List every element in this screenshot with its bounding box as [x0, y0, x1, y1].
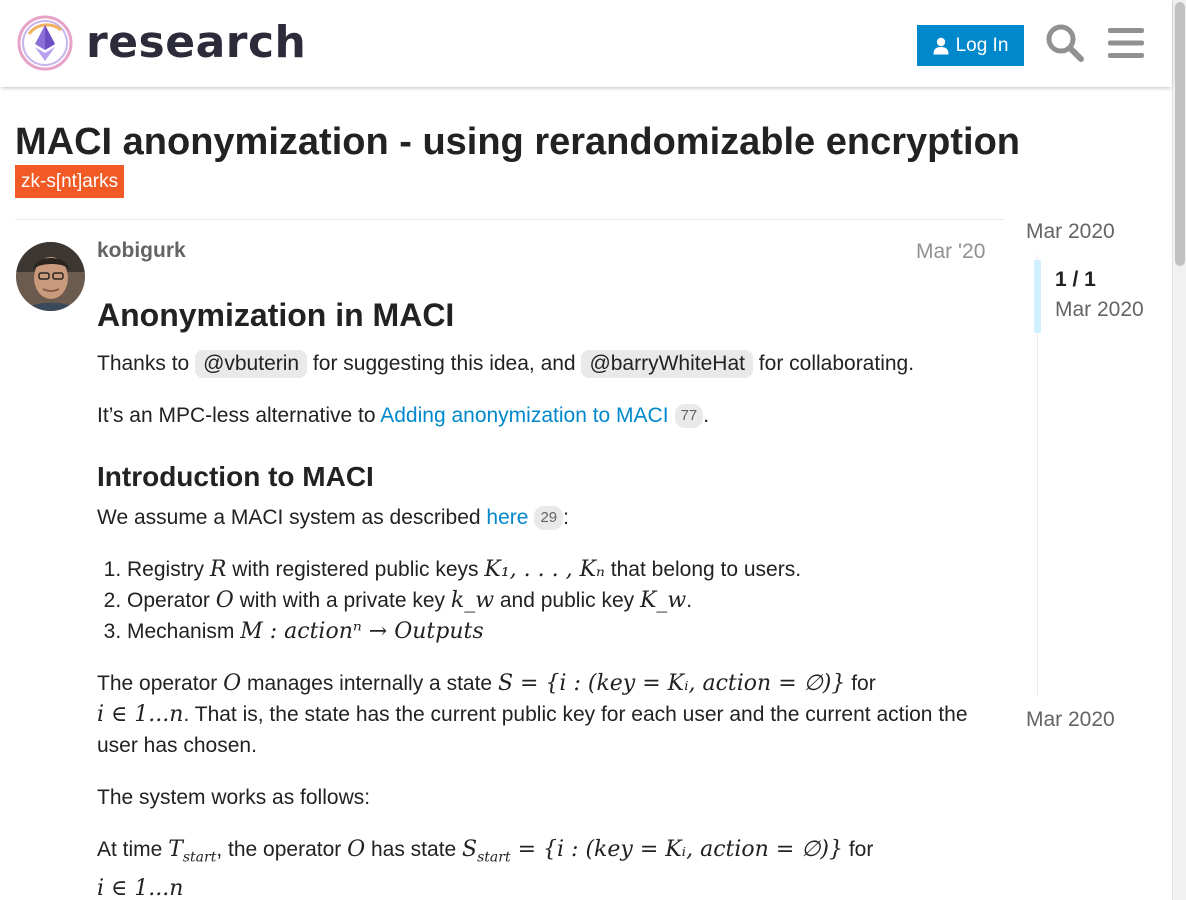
text: It’s an MPC-less alternative to	[97, 404, 381, 427]
math-subscript: start	[182, 849, 217, 866]
text: manages internally a state	[241, 672, 498, 695]
math-formula: = {i : (key = Kᵢ, action = ∅)}	[510, 837, 843, 862]
log-in-label: Log In	[955, 34, 1009, 56]
list-item: Operator O with with a private key k_w a…	[127, 585, 997, 616]
link-click-count: 77	[674, 404, 704, 428]
state-paragraph: The operator O manages internally a stat…	[97, 668, 997, 761]
post-username[interactable]: kobigurk	[97, 239, 186, 263]
mention-barrywhitehat[interactable]: @barryWhiteHat	[581, 350, 753, 378]
text: with registered public keys	[226, 558, 485, 581]
text: .	[703, 404, 710, 427]
text: for	[845, 672, 876, 695]
post-heading: Anonymization in MACI	[97, 297, 455, 333]
timeline-end-date[interactable]: Mar 2020	[1026, 708, 1115, 732]
math-inline: K₁, . . . , Kₙ	[484, 557, 605, 582]
math-inline: i ∈ 1...n	[97, 876, 184, 900]
search-icon[interactable]	[1044, 22, 1086, 64]
list-item: Registry R with registered public keys K…	[127, 554, 997, 585]
text: Mechanism	[127, 620, 241, 643]
topic-title[interactable]: MACI anonymization - using rerandomizabl…	[15, 120, 1020, 164]
timeline-start-date[interactable]: Mar 2020	[1026, 220, 1115, 244]
mention-vbuterin[interactable]: @vbuterin	[195, 350, 308, 378]
text: that belong to users.	[604, 558, 802, 581]
math-inline: S = {i : (key = Kᵢ, action = ∅)}	[497, 671, 846, 696]
text: for suggesting this idea, and	[307, 352, 582, 375]
math-symbol: S	[462, 837, 478, 862]
text: At time	[97, 838, 169, 861]
assume-paragraph: We assume a MACI system as described her…	[97, 502, 997, 533]
timeline-current-date: Mar 2020	[1055, 298, 1144, 321]
math-inline: R	[209, 557, 227, 582]
title-divider	[15, 219, 1004, 220]
site-header: research Log In	[0, 0, 1172, 87]
time-paragraph: At time Tstart, the operator O has state…	[97, 834, 997, 900]
text: with with a private key	[233, 589, 451, 612]
avatar[interactable]	[16, 242, 85, 311]
text: .	[686, 589, 693, 612]
text: and public key	[494, 589, 640, 612]
math-subscript: start	[477, 849, 511, 866]
math-inline: M : actionⁿ → Outputs	[240, 619, 484, 644]
log-in-button[interactable]: Log In	[917, 25, 1024, 66]
user-avatar-image	[16, 242, 85, 311]
math-inline: k_w	[450, 588, 495, 613]
post-date[interactable]: Mar '20	[916, 240, 985, 264]
math-inline: O	[347, 837, 366, 862]
math-inline: Sstart = {i : (key = Kᵢ, action = ∅)}	[462, 837, 843, 866]
math-symbol: T	[168, 837, 183, 862]
list-item: Mechanism M : actionⁿ → Outputs	[127, 616, 997, 647]
math-inline: K_w	[639, 588, 687, 613]
link-here[interactable]: here	[486, 506, 528, 529]
text: Operator	[127, 589, 216, 612]
category-tag[interactable]: zk-s[nt]arks	[15, 165, 125, 198]
timeline-post-count: 1 / 1	[1055, 268, 1096, 291]
text: :	[563, 506, 569, 529]
section-heading-intro: Introduction to MACI	[97, 461, 374, 492]
user-icon	[933, 37, 949, 54]
link-click-count: 29	[534, 506, 564, 530]
alternative-paragraph: It’s an MPC-less alternative to Adding a…	[97, 400, 997, 431]
math-inline: Tstart	[168, 837, 217, 866]
text: We assume a MACI system as described	[97, 506, 487, 529]
logo-text: research	[86, 17, 307, 68]
text: . That is, the state has the current pub…	[97, 703, 968, 757]
text: for collaborating.	[752, 352, 915, 375]
ethereum-research-logo-icon	[17, 15, 73, 71]
text: for	[842, 838, 874, 861]
text: Thanks to	[97, 352, 196, 375]
math-inline: O	[223, 671, 242, 696]
post-body: Anonymization in MACI Thanks to @vbuteri…	[97, 290, 997, 900]
scrollbar-thumb[interactable]	[1175, 2, 1185, 266]
math-inline: O	[215, 588, 234, 613]
maci-components-list: Registry R with registered public keys K…	[127, 554, 997, 647]
link-adding-anonymization[interactable]: Adding anonymization to MACI	[380, 404, 668, 427]
text: , the operator	[216, 838, 348, 861]
text: The operator	[97, 672, 224, 695]
text: Registry	[127, 558, 210, 581]
works-paragraph: The system works as follows:	[97, 786, 371, 809]
hamburger-menu-icon[interactable]	[1105, 22, 1147, 64]
math-inline: i ∈ 1...n	[97, 702, 184, 727]
text: has state	[365, 838, 463, 861]
page-scrollbar[interactable]	[1172, 0, 1186, 900]
thanks-paragraph: Thanks to @vbuterin for suggesting this …	[97, 348, 997, 379]
site-logo[interactable]: research	[16, 14, 306, 72]
timeline-handle[interactable]	[1034, 260, 1041, 333]
